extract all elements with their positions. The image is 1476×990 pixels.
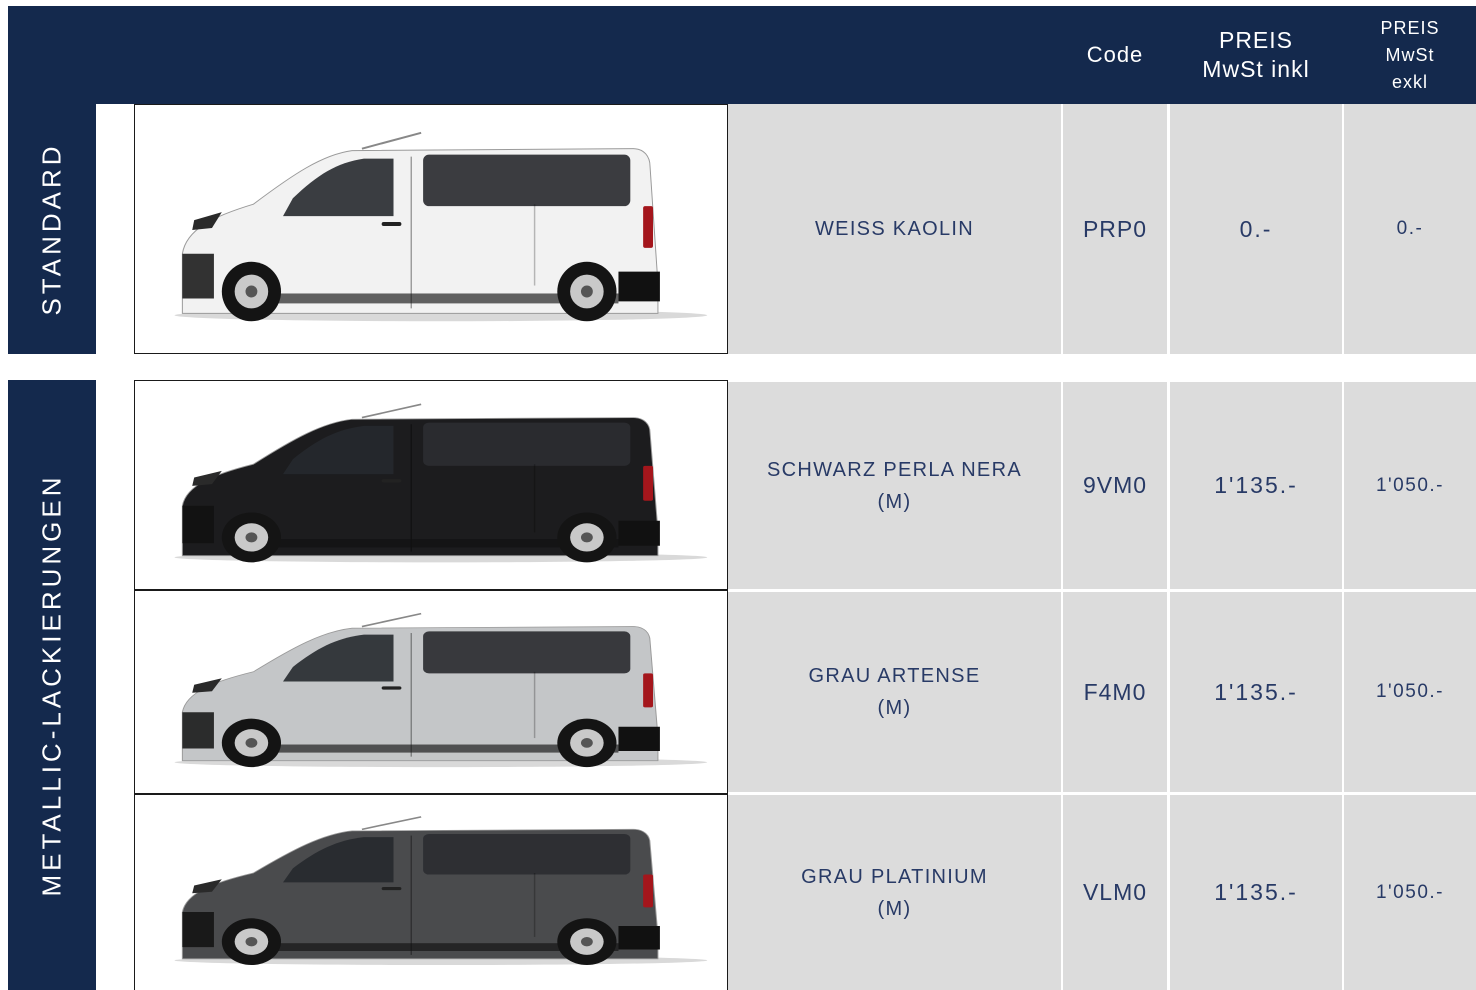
color-name-cell: GRAU PLATINIUM (M) — [728, 795, 1061, 990]
color-name: GRAU PLATINIUM — [801, 865, 988, 888]
header-price-excl-line2: MwSt — [1385, 44, 1435, 65]
van-image — [174, 612, 708, 768]
color-suffix: (M) — [877, 697, 912, 719]
header-price-incl: PREIS MwSt inkl — [1170, 6, 1342, 104]
van-image — [174, 403, 708, 563]
price-incl: 1'135.- — [1170, 382, 1342, 589]
price-incl: 1'135.- — [1170, 592, 1342, 792]
section-label: STANDARD — [36, 142, 67, 316]
header-price-excl-line1: PREIS — [1380, 17, 1440, 38]
color-code: PRP0 — [1063, 104, 1167, 354]
van-photo — [134, 380, 728, 590]
price-incl: 1'135.- — [1170, 795, 1342, 990]
price-excl: 0.- — [1344, 104, 1476, 354]
van-photo — [134, 794, 728, 990]
header-price-incl-line1: PREIS — [1218, 27, 1294, 54]
van-image — [174, 816, 708, 966]
price-excl: 1'050.- — [1344, 592, 1476, 792]
color-name-cell: GRAU ARTENSE (M) — [728, 592, 1061, 792]
color-name: SCHWARZ PERLA NERA — [767, 458, 1022, 481]
price-excl: 1'050.- — [1344, 795, 1476, 990]
van-photo — [134, 590, 728, 794]
color-name-cell: WEISS KAOLIN — [728, 104, 1061, 354]
color-name: GRAU ARTENSE — [808, 665, 981, 687]
header-price-excl-line3: exkl — [1391, 71, 1428, 92]
header-price-incl-line2: MwSt inkl — [1202, 56, 1310, 82]
color-name: WEISS KAOLIN — [815, 218, 974, 240]
color-suffix: (M) — [877, 897, 912, 920]
section-label: METALLIC-LACKIERUNGEN — [36, 473, 67, 897]
color-code: 9VM0 — [1063, 382, 1167, 589]
color-code: F4M0 — [1063, 592, 1167, 792]
color-code: VLM0 — [1063, 795, 1167, 990]
header-price-excl: PREIS MwSt exkl — [1344, 6, 1476, 104]
color-name-cell: SCHWARZ PERLA NERA (M) — [728, 382, 1061, 589]
section-metallic: METALLIC-LACKIERUNGEN — [8, 380, 96, 990]
header-code: Code — [1086, 42, 1144, 68]
van-image — [174, 131, 708, 322]
section-standard: STANDARD — [8, 104, 96, 354]
color-suffix: (M) — [877, 490, 912, 513]
price-incl: 0.- — [1170, 104, 1342, 354]
van-photo — [134, 104, 728, 354]
price-excl: 1'050.- — [1344, 382, 1476, 589]
